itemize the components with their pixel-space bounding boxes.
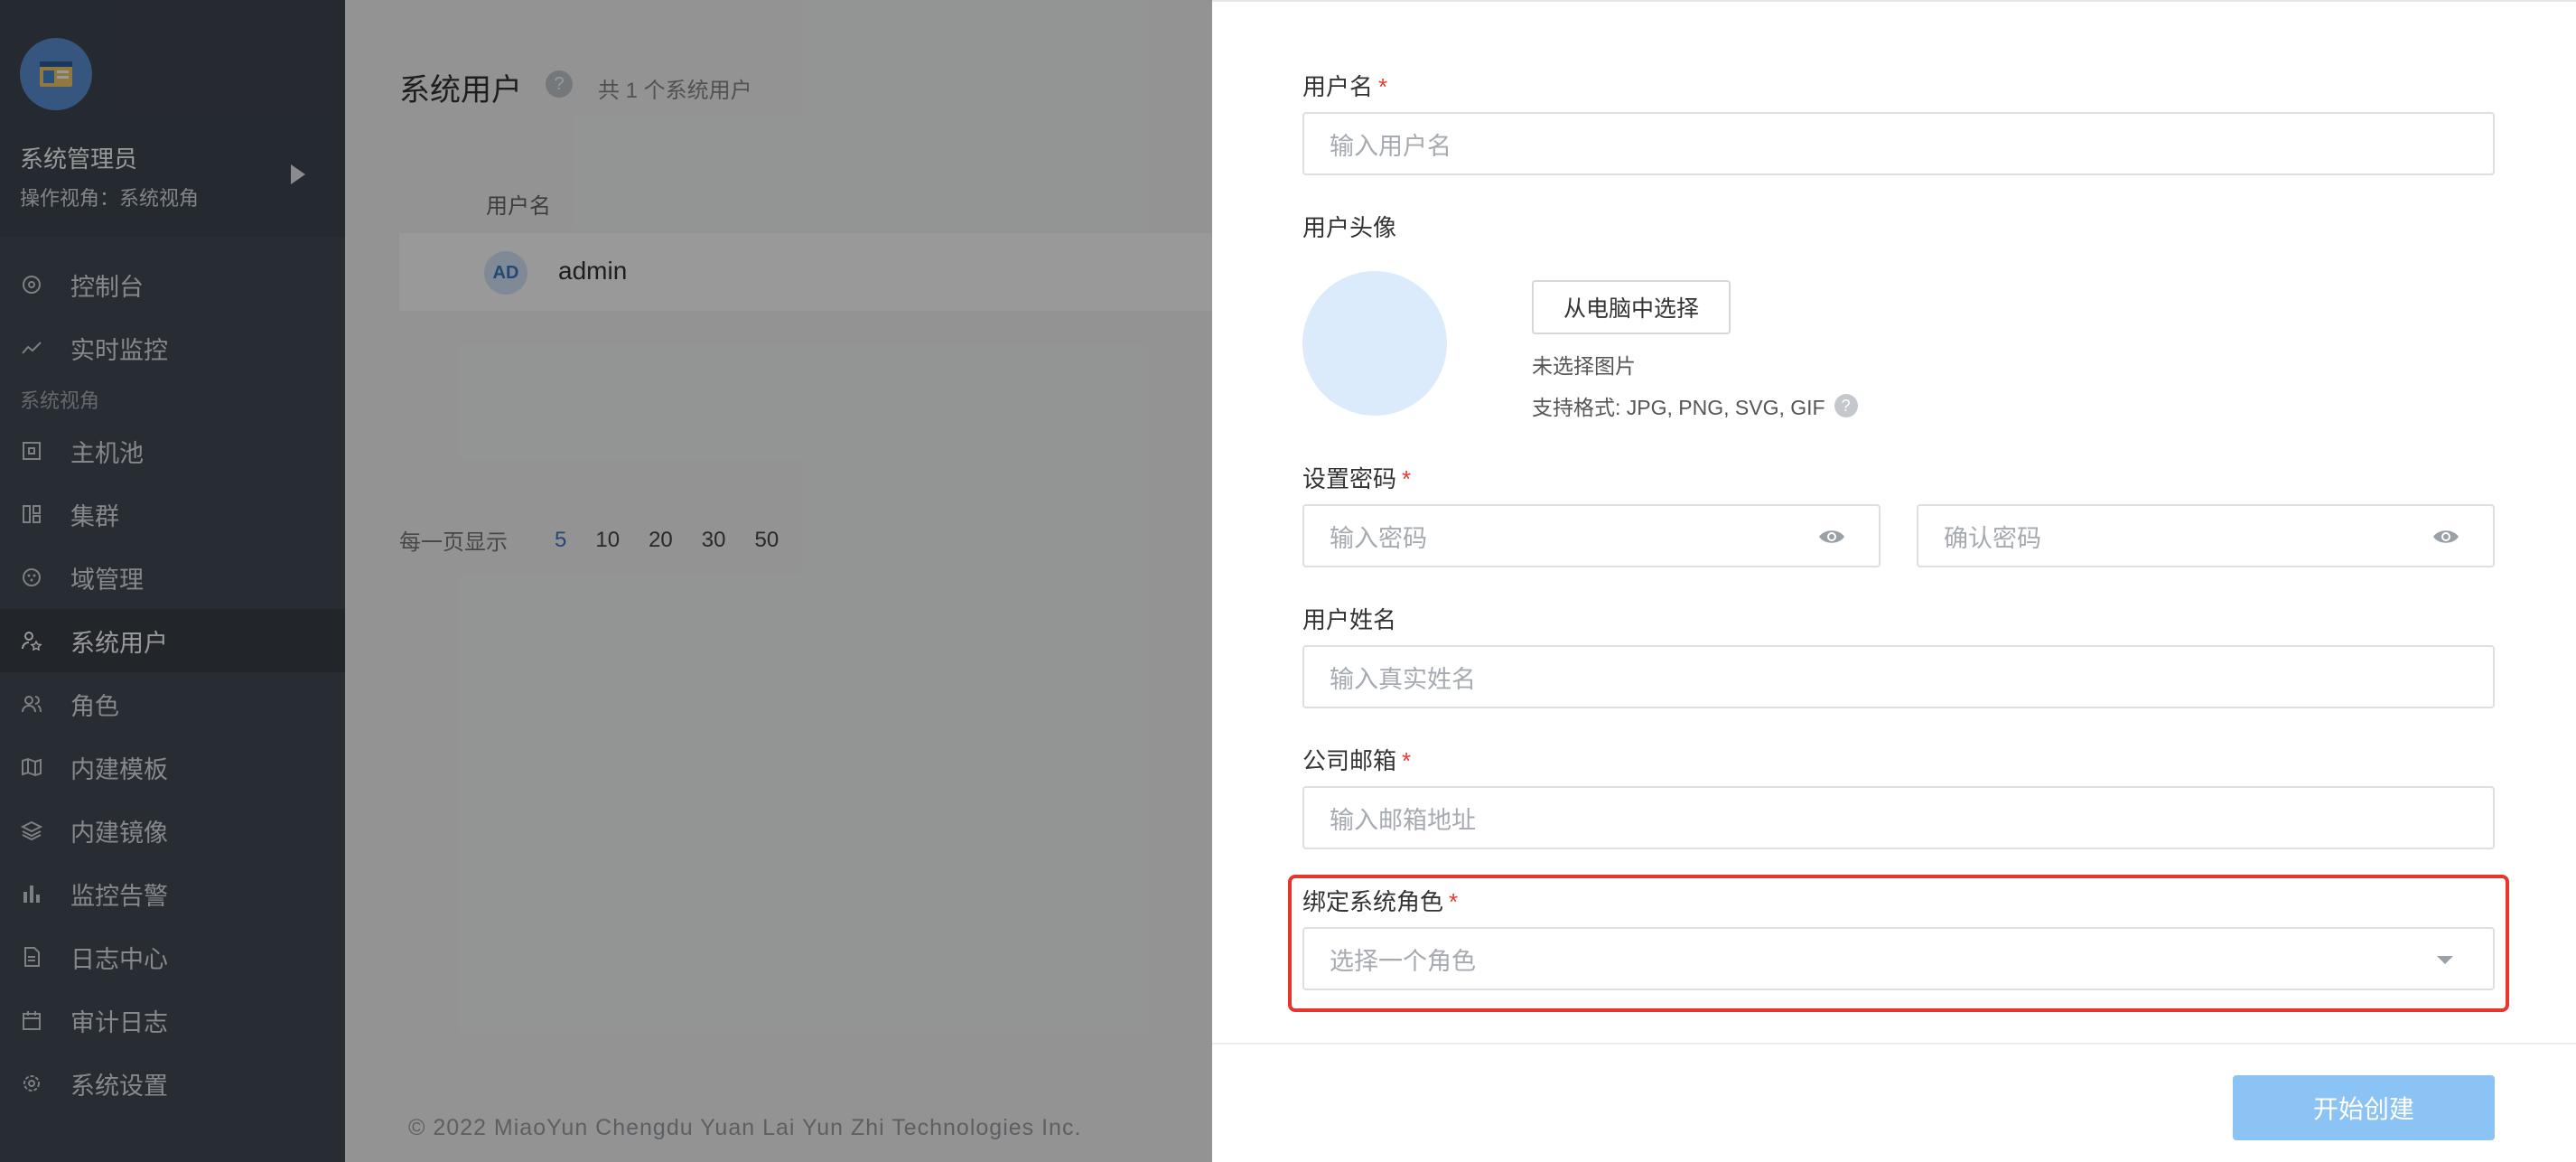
eye-icon[interactable] xyxy=(2431,526,2460,548)
required-mark: * xyxy=(1449,888,1459,915)
role-placeholder: 选择一个角色 xyxy=(1330,947,1476,975)
required-mark: * xyxy=(1402,747,1412,774)
required-mark: * xyxy=(1378,73,1388,100)
email-input[interactable]: 输入邮箱地址 xyxy=(1302,786,2495,849)
password-placeholder: 输入密码 xyxy=(1330,524,1427,552)
chevron-down-icon xyxy=(2437,956,2453,964)
modal-overlay[interactable] xyxy=(0,0,1212,1162)
supported-formats: 支持格式: JPG, PNG, SVG, GIF? xyxy=(1532,390,1858,421)
eye-icon[interactable] xyxy=(1817,526,1846,548)
realname-placeholder: 输入真实姓名 xyxy=(1330,665,1476,693)
role-label: 绑定系统角色 * xyxy=(1302,888,1459,915)
email-label: 公司邮箱 * xyxy=(1302,747,1412,774)
choose-from-computer-button[interactable]: 从电脑中选择 xyxy=(1532,280,1731,334)
role-select[interactable]: 选择一个角色 xyxy=(1302,927,2495,990)
password-input[interactable]: 输入密码 xyxy=(1302,504,1881,567)
username-input[interactable]: 输入用户名 xyxy=(1302,112,2495,175)
realname-label: 用户姓名 xyxy=(1302,606,1397,633)
confirm-password-placeholder: 确认密码 xyxy=(1944,524,2041,552)
avatar-preview xyxy=(1302,271,1447,416)
required-mark: * xyxy=(1402,465,1412,492)
start-create-button[interactable]: 开始创建 xyxy=(2233,1075,2495,1140)
avatar-label: 用户头像 xyxy=(1302,214,1397,241)
confirm-password-input[interactable]: 确认密码 xyxy=(1917,504,2495,567)
formats-text: 支持格式: JPG, PNG, SVG, GIF xyxy=(1532,396,1825,419)
email-placeholder: 输入邮箱地址 xyxy=(1330,806,1476,834)
password-label: 设置密码 * xyxy=(1302,465,1412,492)
help-icon[interactable]: ? xyxy=(1834,394,1858,417)
realname-input[interactable]: 输入真实姓名 xyxy=(1302,645,2495,708)
create-user-drawer: 用户名 * 输入用户名 用户头像 从电脑中选择 未选择图片 支持格式: JPG, … xyxy=(1212,0,2576,1162)
username-label: 用户名 * xyxy=(1302,73,1388,100)
username-placeholder: 输入用户名 xyxy=(1330,132,1451,160)
drawer-footer: 开始创建 xyxy=(1212,1043,2576,1162)
no-image-text: 未选择图片 xyxy=(1532,354,1636,378)
